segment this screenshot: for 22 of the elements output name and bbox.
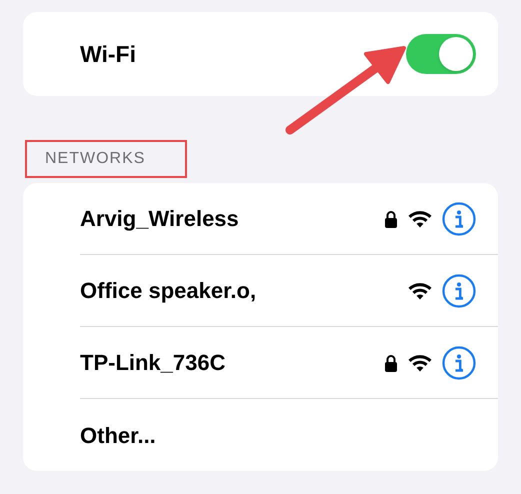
info-button[interactable] (442, 346, 476, 380)
network-row[interactable]: TP-Link_736C (80, 327, 498, 399)
info-icon (442, 274, 476, 308)
network-name: Arvig_Wireless (80, 205, 240, 233)
info-button[interactable] (442, 274, 476, 308)
network-name: TP-Link_736C (80, 349, 226, 377)
lock-icon (384, 210, 398, 228)
lock-icon (384, 354, 398, 372)
network-row[interactable]: Other... (80, 399, 498, 471)
wifi-label: Wi-Fi (80, 40, 137, 69)
wifi-icon (408, 210, 432, 228)
wifi-toggle[interactable] (406, 34, 476, 74)
network-name: Other... (80, 422, 157, 450)
wifi-icon (408, 354, 432, 372)
info-icon (442, 202, 476, 236)
info-button[interactable] (442, 202, 476, 236)
network-name: Office speaker.o, (80, 277, 258, 305)
network-row[interactable]: Office speaker.o, (80, 255, 498, 327)
wifi-icon (408, 282, 432, 300)
network-row[interactable]: Arvig_Wireless (80, 183, 498, 255)
section-header: NETWORKS (45, 149, 146, 169)
info-icon (442, 346, 476, 380)
